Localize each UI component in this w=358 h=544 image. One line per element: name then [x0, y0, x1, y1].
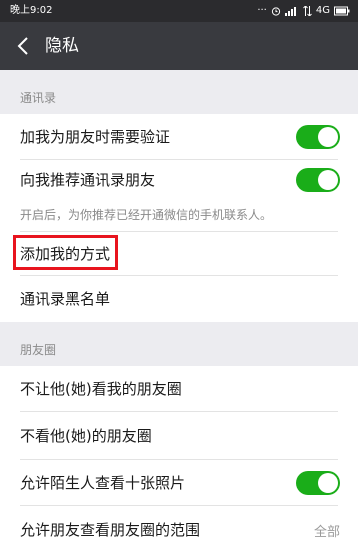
section-header-moments: 朋友圈	[0, 322, 358, 366]
setting-hide-my-moments[interactable]: 不让他(她)看我的朋友圈	[0, 366, 358, 412]
more-dots-icon: ···	[257, 5, 267, 16]
toggle-knob	[318, 127, 338, 147]
status-icons: ··· 4G	[257, 0, 350, 22]
status-time: 晚上9:02	[10, 5, 53, 16]
recommend-hint-row: 开启后，为你推荐已经开通微信的手机联系人。	[0, 200, 358, 232]
alarm-icon	[271, 7, 280, 16]
setting-hide-their-moments[interactable]: 不看他(她)的朋友圈	[0, 412, 358, 460]
recommend-hint: 开启后，为你推荐已经开通微信的手机联系人。	[20, 208, 273, 222]
page-title: 隐私	[45, 36, 79, 56]
moments-range-value: 全部	[313, 525, 340, 540]
stranger-photos-toggle[interactable]	[296, 471, 340, 495]
back-arrow-icon[interactable]	[14, 36, 34, 56]
setting-label: 允许朋友查看朋友圈的范围	[20, 521, 201, 539]
setting-label: 向我推荐通讯录朋友	[20, 171, 156, 189]
signal-icon	[284, 7, 296, 16]
setting-label: 通讯录黑名单	[20, 290, 111, 308]
highlight-box	[13, 235, 118, 270]
battery-icon	[334, 6, 350, 16]
section-header-contacts: 通讯录	[0, 70, 358, 114]
status-bar: 晚上9:02 ··· 4G	[0, 0, 358, 22]
setting-label: 加我为朋友时需要验证	[20, 128, 171, 146]
network-type: 4G	[315, 5, 330, 16]
setting-verify-friend[interactable]: 加我为朋友时需要验证	[0, 114, 358, 160]
setting-moments-range[interactable]: 允许朋友查看朋友圈的范围 全部	[0, 506, 358, 544]
setting-label: 允许陌生人查看十张照片	[20, 474, 186, 492]
setting-label: 不让他(她)看我的朋友圈	[20, 380, 182, 398]
setting-contact-blacklist[interactable]: 通讯录黑名单	[0, 276, 358, 322]
toggle-knob	[318, 473, 338, 493]
data-transfer-icon	[303, 6, 312, 16]
setting-label: 不看他(她)的朋友圈	[20, 427, 152, 445]
recommend-contacts-toggle[interactable]	[296, 168, 340, 192]
privacy-screen: 晚上9:02 ··· 4G 隐私 通讯录 加我为朋友时需要验证 向我推荐通讯录朋…	[0, 0, 358, 544]
section-title-moments: 朋友圈	[20, 343, 57, 357]
section-title-contacts: 通讯录	[20, 91, 57, 105]
nav-bar: 隐私	[0, 22, 358, 70]
setting-recommend-contacts[interactable]: 向我推荐通讯录朋友	[0, 160, 358, 200]
setting-stranger-ten-photos[interactable]: 允许陌生人查看十张照片	[0, 460, 358, 506]
toggle-knob	[318, 170, 338, 190]
verify-friend-toggle[interactable]	[296, 125, 340, 149]
